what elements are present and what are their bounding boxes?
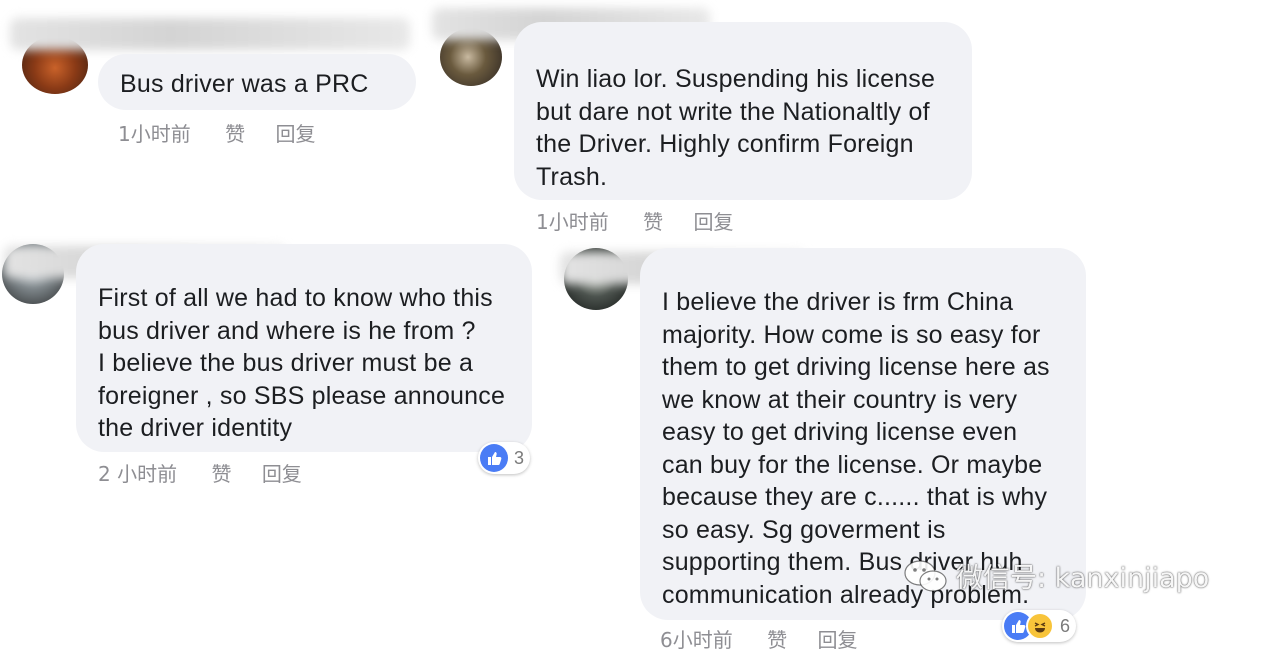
comment-text-line: Trash. (536, 162, 608, 191)
comment-text-line: we know at their country is very (662, 385, 1018, 414)
comment-text-line: bus driver and where is he from ? (98, 316, 476, 345)
reply-action[interactable]: 回复 (817, 624, 857, 653)
comment-meta: 6小时前 赞 回复 (660, 624, 857, 653)
like-action[interactable]: 赞 (643, 206, 663, 235)
comment-meta: 2 小时前 赞 回复 (98, 458, 302, 487)
reply-action[interactable]: 回复 (275, 118, 315, 147)
comment-text-line: because they are c...... that is why (662, 483, 1048, 511)
comment-bubble: Bus driver was a PRC (98, 54, 416, 110)
comment-text-line: the driver identity (98, 414, 293, 442)
reaction-summary[interactable]: 3 (478, 442, 531, 474)
timestamp: 1小时前 (118, 122, 191, 146)
comment-text-line: them to get driving license here as (662, 353, 1050, 381)
like-action[interactable]: 赞 (767, 624, 787, 653)
comment-text-line: I believe the bus driver must be a (98, 349, 474, 377)
like-action[interactable]: 赞 (211, 458, 231, 487)
comment-text-line: so easy. Sg goverment is (662, 515, 946, 544)
comment-text-line: First of all we had to know who this (98, 284, 493, 312)
thumbs-up-icon (480, 444, 508, 472)
timestamp: 6小时前 (660, 628, 733, 652)
comment-meta: 1小时前 赞 回复 (118, 118, 315, 147)
comment-text-line: foreigner , so SBS please announce (98, 381, 506, 410)
reaction-count: 6 (1060, 615, 1071, 636)
comment-text-line: easy to get driving license even (662, 418, 1018, 446)
author-name-blurred[interactable] (10, 18, 410, 50)
comment-text-line: Bus driver was a PRC (120, 70, 369, 98)
wechat-logo-icon (902, 557, 950, 595)
comment-text-line: Win liao lor. Suspending his license (536, 65, 936, 93)
reaction-count: 3 (514, 447, 525, 468)
wechat-watermark: 微信号: kanxinjiapo (902, 556, 1209, 595)
comment-text-line: the Driver. Highly confirm Foreign (536, 130, 914, 158)
comment-bubble: First of all we had to know who this bus… (76, 244, 532, 452)
comment-text-line: but dare not write the Nationaltly of (536, 97, 930, 126)
comment-text-line: majority. How come is so easy for (662, 320, 1041, 349)
haha-emoji-icon (1026, 612, 1054, 640)
comment-bubble: Win liao lor. Suspending his license but… (514, 22, 972, 200)
timestamp: 1小时前 (536, 210, 609, 234)
comment-meta: 1小时前 赞 回复 (536, 206, 733, 235)
like-action[interactable]: 赞 (225, 118, 245, 147)
reply-action[interactable]: 回复 (693, 206, 733, 235)
timestamp: 2 小时前 (98, 462, 178, 486)
comment-text-line: I believe the driver is frm China (662, 288, 1014, 316)
comment-text-line: can buy for the license. Or maybe (662, 450, 1043, 479)
reply-action[interactable]: 回复 (262, 458, 302, 487)
watermark-text: 微信号: kanxinjiapo (956, 563, 1210, 594)
reaction-summary[interactable]: 6 (1002, 610, 1077, 642)
